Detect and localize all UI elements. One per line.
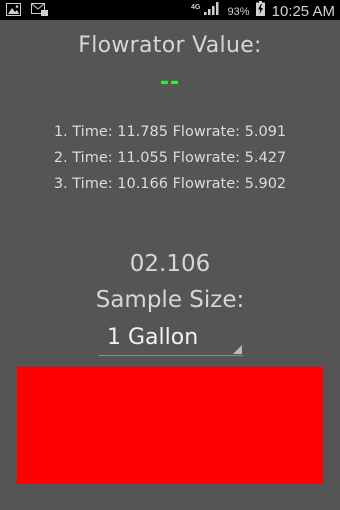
- clock: 10:25 AM: [271, 2, 335, 20]
- result-row: 1. Time: 11.785 Flowrate: 5.091: [53, 124, 287, 140]
- result-row: 3. Time: 10.166 Flowrate: 5.902: [53, 176, 287, 192]
- system-status: 4G 93% 10:25 AM: [190, 1, 335, 22]
- notification-icons: [6, 3, 54, 17]
- network-type: 4G: [190, 3, 201, 11]
- signal-icon: [204, 2, 220, 21]
- current-flow-value: --: [159, 70, 181, 95]
- battery-percent: 93%: [227, 5, 250, 18]
- status-bar: 4G 93% 10:25 AM: [0, 0, 340, 20]
- dropdown-arrow-icon: [233, 345, 242, 354]
- sample-size-dropdown[interactable]: 1 Gallon: [99, 323, 243, 356]
- page-title: Flowrator Value:: [78, 33, 262, 58]
- start-stop-button[interactable]: [17, 367, 323, 484]
- elapsed-time: 02.106: [129, 251, 211, 277]
- sample-size-selected: 1 Gallon: [107, 325, 199, 350]
- battery-icon: [255, 1, 265, 22]
- sample-size-label: Sample Size:: [95, 287, 245, 313]
- result-row: 2. Time: 11.055 Flowrate: 5.427: [53, 150, 287, 166]
- gallery-icon: [6, 3, 21, 21]
- message-icon: [31, 3, 49, 21]
- results-list: 1. Time: 11.785 Flowrate: 5.091 2. Time:…: [0, 122, 340, 200]
